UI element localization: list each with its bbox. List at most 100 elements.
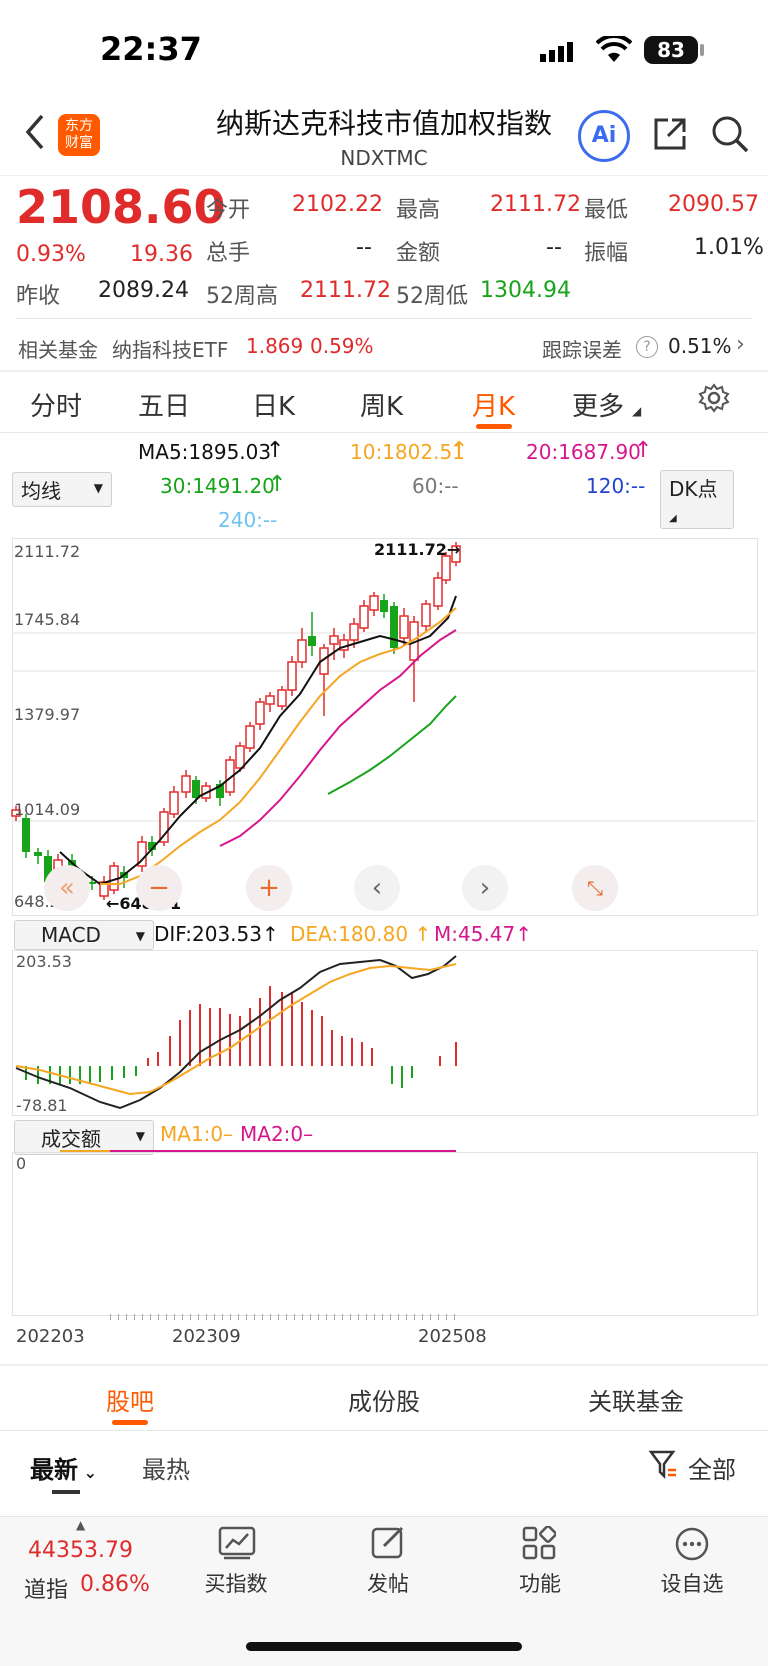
candle-body: [329, 635, 339, 645]
tab-monthly-k[interactable]: 月K: [472, 386, 515, 423]
nav-functions[interactable]: 功能: [480, 1568, 600, 1598]
candle-body: [399, 615, 409, 639]
prev-close-label: 昨收: [16, 284, 61, 309]
up-arrow-icon: ▲: [76, 1518, 86, 1532]
macd-chart[interactable]: [0, 948, 768, 1118]
help-icon[interactable]: ?: [636, 336, 658, 358]
related-fund-price: 1.869: [246, 334, 304, 358]
dow-name[interactable]: 道指: [24, 1572, 68, 1604]
x-label-1: 202203: [16, 1326, 85, 1347]
buy-index-icon[interactable]: [218, 1526, 256, 1564]
caret-down-icon: ▼: [135, 1129, 145, 1143]
candle-body: [380, 600, 388, 612]
candle-body: [433, 577, 443, 607]
candle-body: [22, 818, 30, 852]
nav-add-watchlist[interactable]: 设自选: [632, 1568, 752, 1598]
grid-icon[interactable]: [522, 1525, 557, 1564]
low-value: 2090.57: [668, 192, 759, 217]
chevron-down-icon: ⌄: [78, 1463, 97, 1482]
chevron-left-icon[interactable]: ‹: [354, 865, 400, 911]
up-arrow-icon: ↑: [268, 472, 287, 497]
sort-latest[interactable]: 最新 ⌄: [30, 1450, 97, 1485]
tab-intraday[interactable]: 分时: [30, 386, 82, 423]
open-value: 2102.22: [292, 192, 383, 217]
macd-m: M:45.47↑: [434, 922, 533, 946]
caret-down-icon: ▼: [93, 481, 103, 495]
dif-line: [15, 955, 457, 1110]
high-marker-text: 2111.72: [374, 540, 447, 559]
sort-hot[interactable]: 最热: [142, 1450, 190, 1485]
chevron-right-icon: ›: [736, 332, 745, 357]
ma20-legend: 20:1687.90: [526, 440, 641, 464]
tab-weekly-k[interactable]: 周K: [360, 386, 403, 423]
change-value: 19.36: [130, 242, 193, 267]
compose-icon[interactable]: [370, 1524, 406, 1564]
y-label-2: 1745.84: [14, 610, 81, 629]
filter-all[interactable]: 全部: [688, 1450, 736, 1485]
signal-icon: [540, 40, 580, 68]
zoom-in-button[interactable]: +: [246, 865, 292, 911]
turnover-ma1: MA1:0–: [160, 1122, 234, 1146]
active-tab-indicator: [476, 424, 512, 429]
ma-type-label: 均线: [21, 479, 61, 503]
wifi-icon: [595, 33, 633, 68]
amplitude-value: 1.01%: [694, 235, 764, 260]
change-percent: 0.93%: [16, 242, 86, 267]
status-bar: 22:37 83: [0, 0, 768, 100]
nav-buy-index[interactable]: 买指数: [176, 1568, 296, 1598]
battery-level: 83: [657, 38, 685, 62]
turnover-ma1-text: MA1:0: [160, 1122, 224, 1146]
volume-value: --: [356, 235, 372, 260]
candle-body: [245, 725, 255, 749]
dow-pct[interactable]: 0.86%: [80, 1572, 150, 1597]
up-arrow-icon: ↑: [450, 438, 469, 463]
tab-more[interactable]: 更多: [572, 386, 624, 423]
tab-related-funds[interactable]: 关联基金: [566, 1382, 706, 1417]
candle-body: [308, 636, 316, 646]
high-value: 2111.72: [490, 192, 581, 217]
settings-icon[interactable]: [698, 382, 730, 421]
caret-down-icon: ◢: [669, 513, 677, 524]
ma5-legend: MA5:1895.03: [138, 440, 272, 464]
low-label: 最低: [584, 198, 629, 223]
search-icon[interactable]: [710, 114, 750, 158]
fullscreen-icon[interactable]: ⤡: [572, 865, 618, 911]
dk-point-select[interactable]: DK点 ◢: [660, 470, 734, 529]
y-label-4: 1014.09: [14, 800, 81, 819]
w52-high-label: 52周高: [206, 284, 278, 309]
candle-body: [255, 701, 265, 725]
battery-icon: 83: [644, 36, 698, 64]
ai-button[interactable]: Ai: [578, 110, 630, 162]
candle-body: [390, 606, 398, 648]
x-label-3: 202508: [418, 1326, 487, 1347]
dow-value[interactable]: 44353.79: [28, 1538, 133, 1563]
turnover-chart-area[interactable]: [12, 1152, 758, 1316]
zoom-out-button[interactable]: −: [136, 865, 182, 911]
macd-select[interactable]: MACD ▼: [14, 920, 154, 950]
sort-latest-label: 最新: [30, 1456, 78, 1484]
turnover-ma2-text: MA2:0: [240, 1122, 304, 1146]
tab-guba[interactable]: 股吧: [60, 1382, 200, 1417]
candle-body: [369, 595, 379, 611]
kline-chart[interactable]: [0, 536, 768, 916]
candle-body: [277, 689, 287, 707]
tab-daily-k[interactable]: 日K: [252, 386, 295, 423]
share-icon[interactable]: [650, 114, 690, 158]
candle-body: [181, 775, 191, 793]
candle-body: [287, 661, 297, 691]
tab-constituents[interactable]: 成份股: [314, 1382, 454, 1417]
macd-dif: DIF:203.53↑: [154, 922, 279, 946]
candle-body: [235, 745, 245, 769]
chevron-right-icon[interactable]: ›: [462, 865, 508, 911]
tab-five-day[interactable]: 五日: [138, 386, 190, 423]
candle-body: [421, 603, 431, 627]
home-indicator: [246, 1642, 522, 1651]
related-fund-row[interactable]: 相关基金 纳指科技ETF 1.869 0.59% 跟踪误差 ? 0.51% ›: [0, 326, 768, 366]
more-icon[interactable]: [674, 1526, 710, 1566]
nav-post[interactable]: 发帖: [328, 1568, 448, 1598]
dea-line: [15, 963, 457, 1096]
filter-icon[interactable]: [648, 1448, 678, 1484]
ma-type-select[interactable]: 均线 ▼: [12, 472, 112, 507]
ma30-legend: 30:1491.20: [160, 474, 275, 498]
collapse-left-button[interactable]: «: [44, 865, 90, 911]
